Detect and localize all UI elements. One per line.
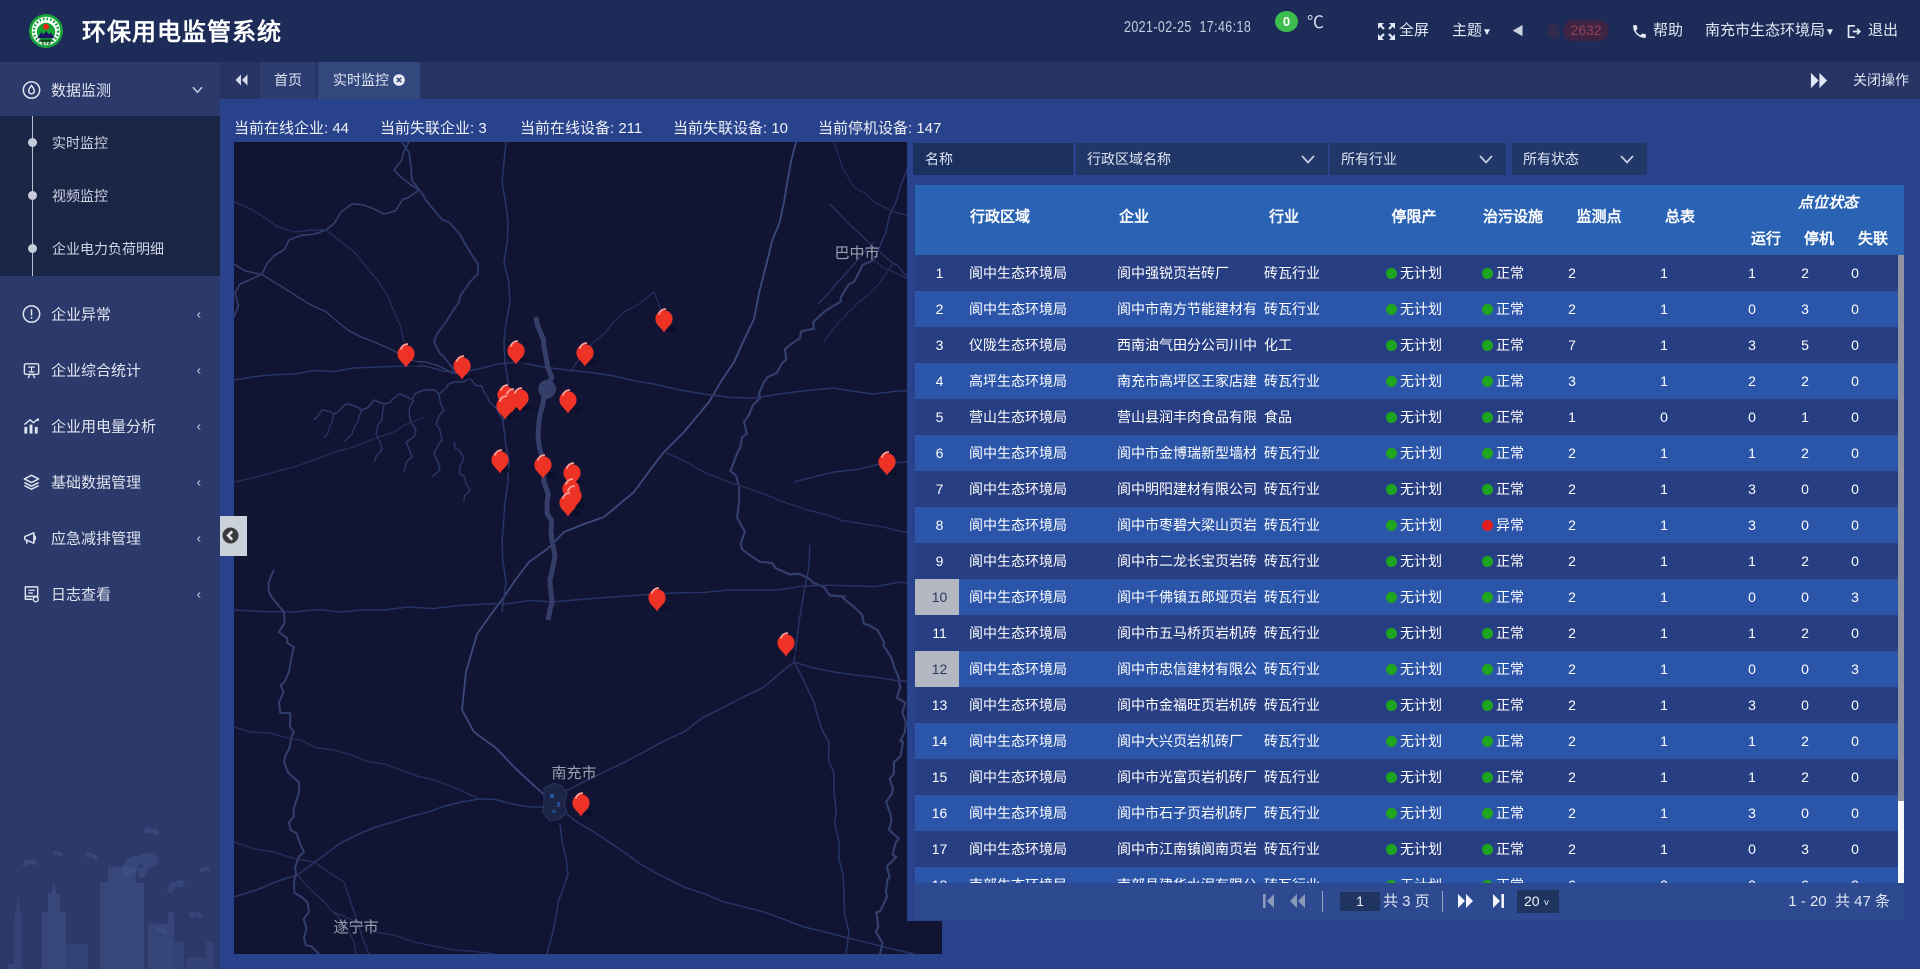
svg-text:南充市: 南充市 (551, 765, 596, 782)
svg-text:遂宁市: 遂宁市 (333, 919, 378, 936)
svg-text:巴中市: 巴中市 (834, 245, 879, 262)
